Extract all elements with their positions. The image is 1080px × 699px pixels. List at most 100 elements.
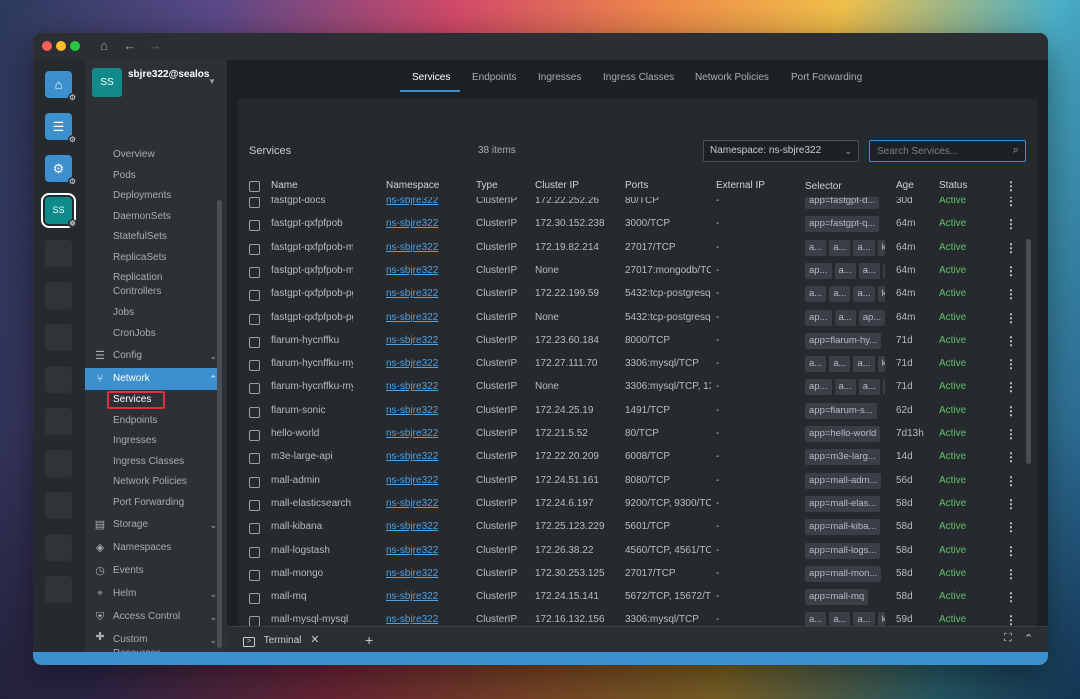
column-header-selector[interactable]: Selector — [805, 181, 842, 192]
cell-namespace[interactable]: ns-sbjre322 — [386, 428, 466, 439]
column-settings-icon[interactable]: ⋮ — [1005, 179, 1017, 193]
row-checkbox[interactable] — [249, 523, 260, 535]
hotbar-empty-slot[interactable] — [45, 576, 72, 603]
sidebar-item-config[interactable]: ☰ Config ⌄ — [93, 345, 221, 367]
column-header-age[interactable]: Age — [896, 180, 914, 191]
cell-namespace[interactable]: ns-sbjre322 — [386, 381, 466, 392]
tab-ingresses[interactable]: Ingresses — [538, 72, 581, 83]
sidebar-item-events[interactable]: ◷ Events — [93, 560, 221, 582]
column-header-name[interactable]: Name — [271, 180, 298, 191]
table-row[interactable]: flarum-hycnffku ns-sbjre322 ClusterIP 172.2… — [238, 331, 1022, 354]
forward-arrow-icon[interactable]: → — [147, 38, 163, 54]
cell-namespace[interactable]: ns-sbjre322 — [386, 614, 466, 625]
sidebar-item-jobs[interactable]: Jobs — [113, 306, 134, 320]
row-menu-icon[interactable]: ⋮ — [1005, 217, 1017, 231]
row-checkbox[interactable] — [249, 290, 260, 302]
cell-namespace[interactable]: ns-sbjre322 — [386, 197, 466, 206]
row-menu-icon[interactable]: ⋮ — [1005, 264, 1017, 278]
column-header-ports[interactable]: Ports — [625, 180, 648, 191]
row-menu-icon[interactable]: ⋮ — [1005, 287, 1017, 301]
row-menu-icon[interactable]: ⋮ — [1005, 380, 1017, 394]
row-menu-icon[interactable]: ⋮ — [1005, 450, 1017, 464]
table-row[interactable]: mall-mq ns-sbjre322 ClusterIP 172.24.15.141… — [238, 587, 1022, 610]
table-row[interactable]: hello-world ns-sbjre322 ClusterIP 172.21.5.… — [238, 424, 1022, 447]
row-menu-icon[interactable]: ⋮ — [1005, 497, 1017, 511]
row-menu-icon[interactable]: ⋮ — [1005, 520, 1017, 534]
sidebar-item-namespaces[interactable]: ◈ Namespaces — [93, 537, 221, 559]
sidebar-item-services[interactable]: Services — [113, 393, 151, 407]
hotbar-empty-slot[interactable] — [45, 282, 72, 309]
column-header-status[interactable]: Status — [939, 180, 967, 191]
table-row[interactable]: flarum-hycnffku-my ns-sbjre322 ClusterIP No… — [238, 377, 1022, 400]
search-input[interactable] — [870, 141, 1005, 161]
maximize-window-button[interactable] — [70, 41, 80, 51]
sidebar-scrollbar[interactable] — [217, 200, 222, 648]
table-row[interactable]: m3e-large-api ns-sbjre322 ClusterIP 172.22.… — [238, 447, 1022, 470]
add-tab-icon[interactable]: + — [365, 631, 373, 649]
row-checkbox[interactable] — [249, 453, 260, 465]
sidebar-item-port-forwarding[interactable]: Port Forwarding — [113, 496, 184, 510]
row-menu-icon[interactable]: ⋮ — [1005, 427, 1017, 441]
table-row[interactable]: mall-admin ns-sbjre322 ClusterIP 172.24.51.… — [238, 471, 1022, 494]
tab-endpoints[interactable]: Endpoints — [472, 72, 516, 83]
row-menu-icon[interactable]: ⋮ — [1005, 197, 1017, 208]
column-header-external-ip[interactable]: External IP — [716, 180, 765, 191]
sidebar-item-pods[interactable]: Pods — [113, 169, 136, 183]
table-row[interactable]: fastgpt-docs ns-sbjre322 ClusterIP 172.22.2… — [238, 197, 1022, 214]
row-checkbox[interactable] — [249, 546, 260, 558]
cell-namespace[interactable]: ns-sbjre322 — [386, 218, 466, 229]
sidebar-item-ingress-classes[interactable]: Ingress Classes — [113, 455, 184, 469]
sidebar-item-overview[interactable]: Overview — [113, 148, 155, 162]
cell-namespace[interactable]: ns-sbjre322 — [386, 312, 466, 323]
hotbar-empty-slot[interactable] — [45, 534, 72, 561]
row-checkbox[interactable] — [249, 476, 260, 488]
column-header-cluster-ip[interactable]: Cluster IP — [535, 180, 579, 191]
cell-namespace[interactable]: ns-sbjre322 — [386, 498, 466, 509]
tab-port-forwarding[interactable]: Port Forwarding — [791, 72, 862, 83]
search-icon[interactable]: ⌕ — [1013, 144, 1019, 157]
hotbar-empty-slot[interactable] — [45, 366, 72, 393]
cell-namespace[interactable]: ns-sbjre322 — [386, 451, 466, 462]
row-menu-icon[interactable]: ⋮ — [1005, 613, 1017, 626]
hotbar-settings-button[interactable]: ⚙ ⚙ — [45, 155, 77, 186]
cell-namespace[interactable]: ns-sbjre322 — [386, 265, 466, 276]
tab-ingress-classes[interactable]: Ingress Classes — [603, 72, 674, 83]
row-checkbox[interactable] — [249, 360, 260, 372]
cell-namespace[interactable]: ns-sbjre322 — [386, 475, 466, 486]
row-menu-icon[interactable]: ⋮ — [1005, 590, 1017, 604]
row-checkbox[interactable] — [249, 593, 260, 605]
row-menu-icon[interactable]: ⋮ — [1005, 404, 1017, 418]
chevron-up-icon[interactable]: ⌃ — [1024, 632, 1033, 645]
sidebar-item-ingresses[interactable]: Ingresses — [113, 434, 156, 448]
hotbar-empty-slot[interactable] — [45, 240, 72, 267]
hotbar-cluster-button[interactable]: SS ☸ — [41, 193, 77, 228]
table-row[interactable]: flarum-sonic ns-sbjre322 ClusterIP 172.24.2… — [238, 401, 1022, 424]
row-checkbox[interactable] — [249, 197, 260, 208]
sidebar-item-daemonsets[interactable]: DaemonSets — [113, 210, 171, 224]
fullscreen-icon[interactable]: ⛶ — [1004, 632, 1012, 645]
sidebar-item-network-policies[interactable]: Network Policies — [113, 475, 187, 489]
row-checkbox[interactable] — [249, 499, 260, 511]
row-menu-icon[interactable]: ⋮ — [1005, 544, 1017, 558]
table-scrollbar[interactable] — [1026, 239, 1031, 464]
hotbar-home-button[interactable]: ⌂ ⚙ — [45, 71, 77, 102]
row-checkbox[interactable] — [249, 243, 260, 255]
table-row[interactable]: mall-elasticsearch ns-sbjre322 ClusterIP 17… — [238, 494, 1022, 517]
row-checkbox[interactable] — [249, 313, 260, 325]
close-window-button[interactable] — [42, 41, 52, 51]
terminal-tab[interactable]: > Terminal ✕ — [243, 631, 319, 649]
table-row[interactable]: mall-logstash ns-sbjre322 ClusterIP 172.26.… — [238, 541, 1022, 564]
row-checkbox[interactable] — [249, 336, 260, 348]
row-menu-icon[interactable]: ⋮ — [1005, 474, 1017, 488]
cell-namespace[interactable]: ns-sbjre322 — [386, 568, 466, 579]
cell-namespace[interactable]: ns-sbjre322 — [386, 358, 466, 369]
sidebar-item-helm[interactable]: ⎈ Helm ⌄ — [93, 583, 221, 605]
sidebar-item-network[interactable]: ⑂ Network ⌃ — [85, 368, 221, 390]
table-row[interactable]: fastgpt-qxfpfpob-m ns-sbjre322 ClusterIP 17… — [238, 238, 1022, 261]
table-row[interactable]: mall-mysql-mysql ns-sbjre322 ClusterIP 172.… — [238, 610, 1022, 626]
row-menu-icon[interactable]: ⋮ — [1005, 311, 1017, 325]
namespace-select[interactable]: Namespace: ns-sbjre322 ⌄ — [703, 140, 859, 162]
row-checkbox[interactable] — [249, 430, 260, 441]
sidebar-item-endpoints[interactable]: Endpoints — [113, 414, 157, 428]
cell-namespace[interactable]: ns-sbjre322 — [386, 545, 466, 556]
